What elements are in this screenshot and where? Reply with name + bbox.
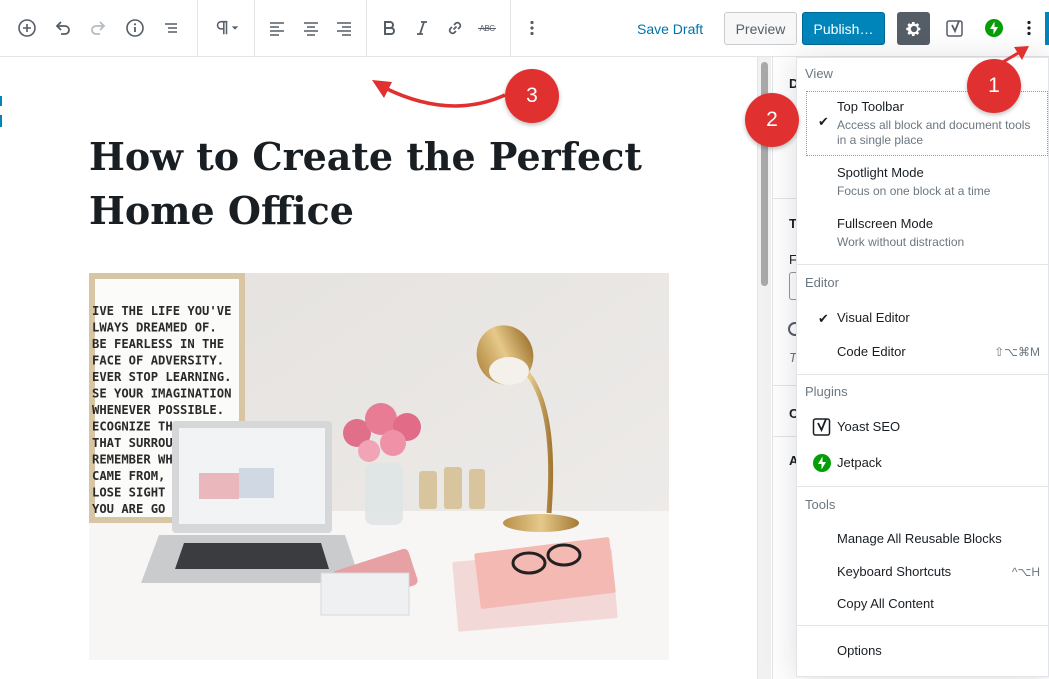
arrow-3 bbox=[384, 86, 506, 108]
jetpack-icon bbox=[985, 19, 1003, 37]
annotation-badge-3: 3 bbox=[505, 69, 559, 123]
yoast-icon bbox=[812, 418, 831, 436]
checkmark-icon: ✔ bbox=[818, 311, 829, 326]
poster-line: REMEMBER WHI bbox=[92, 453, 180, 467]
menu-item-manage-reusable-blocks[interactable]: Manage All Reusable Blocks bbox=[797, 531, 1048, 551]
info-icon[interactable] bbox=[121, 14, 149, 42]
menu-item-label: Yoast SEO bbox=[837, 419, 901, 434]
menu-item-visual-editor[interactable]: ✔ Visual Editor bbox=[797, 310, 1048, 330]
more-menu-dropdown: View ✔ Top Toolbar Access all block and … bbox=[796, 57, 1049, 677]
publish-button[interactable]: Publish… bbox=[802, 12, 885, 45]
outline-icon[interactable] bbox=[157, 14, 185, 42]
menu-item-keyboard-shortcuts[interactable]: Keyboard Shortcuts ^⌥H bbox=[797, 564, 1048, 584]
align-center-icon[interactable] bbox=[297, 14, 325, 42]
menu-item-label: Keyboard Shortcuts bbox=[837, 564, 952, 579]
redo-icon[interactable] bbox=[84, 14, 112, 42]
post-title[interactable]: How to Create the Perfect Home Office bbox=[89, 130, 689, 238]
menu-item-yoast-seo[interactable]: Yoast SEO bbox=[797, 418, 1048, 439]
menu-item-code-editor[interactable]: Code Editor ⇧⌥⌘M bbox=[797, 344, 1048, 364]
undo-icon[interactable] bbox=[49, 14, 77, 42]
add-block-icon[interactable] bbox=[13, 14, 41, 42]
preview-button[interactable]: Preview bbox=[724, 12, 797, 45]
annotation-badge-1: 1 bbox=[967, 59, 1021, 113]
poster-line: EVER STOP LEARNING. bbox=[92, 370, 231, 384]
menu-item-description: Access all block and document tools in a… bbox=[837, 118, 1031, 147]
gear-icon bbox=[905, 21, 920, 36]
save-draft-link[interactable]: Save Draft bbox=[637, 21, 703, 37]
italic-icon[interactable] bbox=[408, 14, 436, 42]
bold-icon[interactable] bbox=[375, 14, 403, 42]
menu-item-label: Fullscreen Mode bbox=[837, 216, 934, 231]
link-icon[interactable] bbox=[441, 14, 469, 42]
poster-line: SE YOUR IMAGINATION bbox=[92, 387, 231, 401]
menu-item-label: Manage All Reusable Blocks bbox=[837, 531, 1002, 546]
jetpack-button[interactable] bbox=[980, 14, 1008, 42]
align-left-icon[interactable] bbox=[263, 14, 291, 42]
menu-item-label: Copy All Content bbox=[837, 596, 934, 611]
block-marker bbox=[0, 115, 2, 127]
block-marker bbox=[0, 96, 2, 106]
menu-item-jetpack[interactable]: Jetpack bbox=[797, 454, 1048, 475]
menu-item-label: Spotlight Mode bbox=[837, 165, 924, 180]
menu-item-spotlight-mode[interactable]: Spotlight Mode Focus on one block at a t… bbox=[797, 165, 1048, 201]
poster-line: FACE OF ADVERSITY. bbox=[92, 354, 224, 368]
paragraph-icon[interactable] bbox=[206, 14, 246, 42]
poster-line: IVE THE LIFE YOU'VE bbox=[92, 304, 231, 318]
more-vertical-icon[interactable] bbox=[518, 14, 546, 42]
menu-section-plugins: Plugins bbox=[805, 384, 848, 399]
poster-line: LWAYS DREAMED OF. bbox=[92, 321, 217, 335]
menu-item-label: Top Toolbar bbox=[837, 99, 904, 114]
menu-item-shortcut: ^⌥H bbox=[1011, 565, 1040, 579]
menu-item-options[interactable]: Options bbox=[797, 643, 1048, 663]
settings-button[interactable] bbox=[897, 12, 930, 45]
menu-item-fullscreen-mode[interactable]: Fullscreen Mode Work without distraction bbox=[797, 216, 1048, 252]
featured-image[interactable]: IVE THE LIFE YOU'VE LWAYS DREAMED OF. BE F… bbox=[89, 273, 669, 660]
yoast-button[interactable] bbox=[941, 14, 969, 42]
menu-item-description: Work without distraction bbox=[837, 235, 965, 249]
menu-section-tools: Tools bbox=[805, 497, 836, 512]
editor-toolbar: ABC Save Draft Preview Publish… bbox=[0, 0, 1049, 57]
menu-item-shortcut: ⇧⌥⌘M bbox=[994, 345, 1040, 359]
home-office-photo: IVE THE LIFE YOU'VE LWAYS DREAMED OF. BE F… bbox=[89, 273, 669, 660]
menu-item-label: Jetpack bbox=[837, 455, 882, 470]
arrow-3-head bbox=[372, 80, 392, 98]
poster-line: THAT SURROUN bbox=[92, 436, 180, 450]
sidebar-toggle-edge bbox=[1045, 12, 1049, 45]
menu-item-description: Focus on one block at a time bbox=[837, 184, 991, 198]
align-right-icon[interactable] bbox=[330, 14, 358, 42]
more-menu-button[interactable] bbox=[1015, 14, 1043, 42]
menu-item-label: Options bbox=[837, 643, 882, 658]
annotation-badge-2: 2 bbox=[745, 93, 799, 147]
more-vertical-icon bbox=[1027, 20, 1031, 36]
jetpack-icon bbox=[813, 454, 831, 472]
yoast-icon bbox=[946, 20, 963, 37]
poster-line: WHENEVER POSSIBLE. bbox=[92, 403, 224, 417]
menu-item-copy-all-content[interactable]: Copy All Content bbox=[797, 596, 1048, 616]
chevron-down-icon bbox=[231, 26, 239, 30]
menu-item-label: Visual Editor bbox=[837, 310, 910, 325]
menu-item-label: Code Editor bbox=[837, 344, 906, 359]
menu-section-view: View bbox=[805, 66, 833, 81]
poster-line: BE FEARLESS IN THE bbox=[92, 337, 224, 351]
menu-section-editor: Editor bbox=[805, 275, 839, 290]
poster-line: YOU ARE GO bbox=[92, 502, 165, 516]
strikethrough-icon[interactable]: ABC bbox=[472, 14, 502, 42]
checkmark-icon: ✔ bbox=[818, 114, 829, 129]
